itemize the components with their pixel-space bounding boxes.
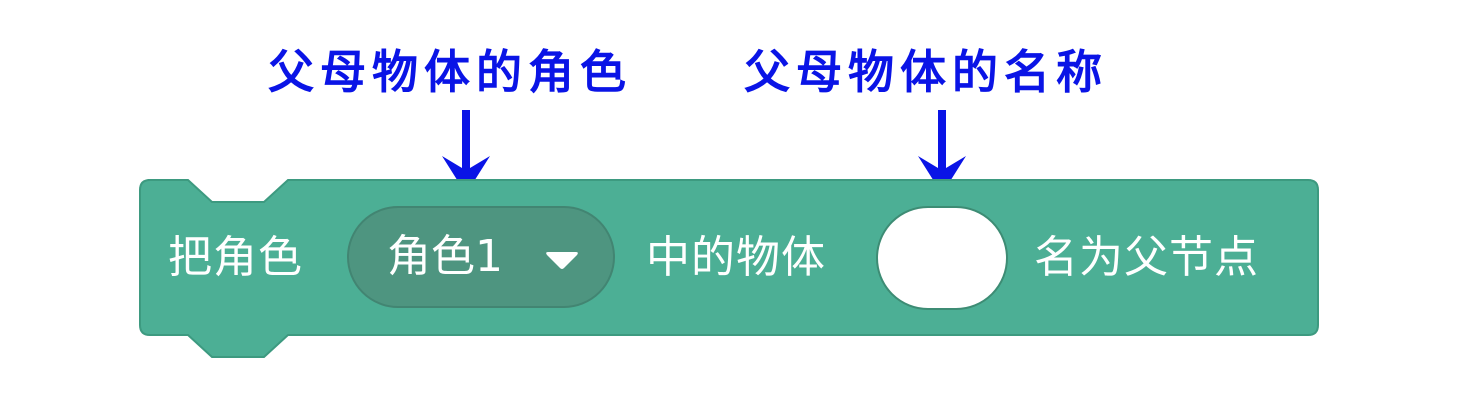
block-label-suffix: 名为父节点 — [1034, 232, 1259, 283]
set-parent-block[interactable] — [0, 0, 1474, 412]
object-name-input[interactable] — [876, 206, 1008, 310]
block-label-middle: 中的物体 — [646, 232, 826, 283]
block-label-prefix: 把角色 — [168, 232, 303, 283]
chevron-down-icon — [546, 252, 578, 269]
sprite-dropdown[interactable]: 角色1 — [347, 206, 615, 308]
sprite-dropdown-value: 角色1 — [387, 231, 503, 282]
